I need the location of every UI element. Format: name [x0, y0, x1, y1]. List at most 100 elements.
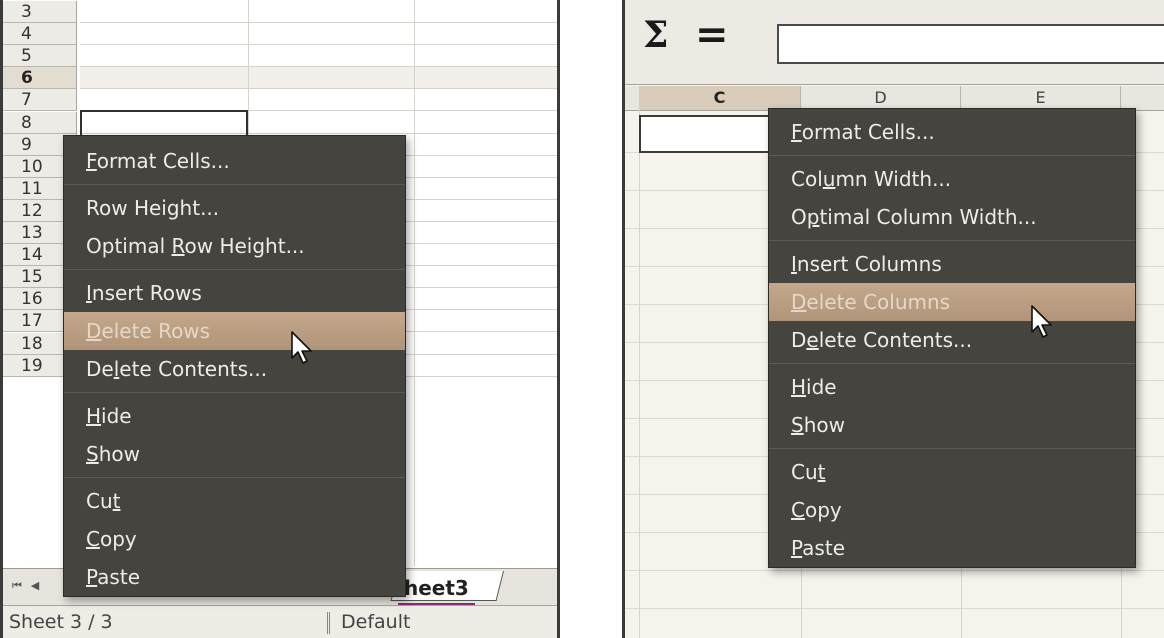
- column-gridline: [639, 110, 640, 638]
- menu-item-mnemonic: u: [822, 167, 836, 191]
- menu-separator: [64, 269, 405, 270]
- menu-item-text: aste: [802, 536, 845, 560]
- menu-item-text: ormat Cells...: [96, 149, 230, 173]
- menu-item-text: D: [791, 328, 807, 352]
- first-sheet-icon[interactable]: ⏮: [9, 577, 25, 595]
- menu-separator: [64, 477, 405, 478]
- menu-item-text: O: [791, 205, 807, 229]
- menu-item-mnemonic: R: [171, 234, 185, 258]
- menu-item-insert-rows[interactable]: Insert Rows: [64, 274, 405, 312]
- menu-item-show[interactable]: Show: [769, 406, 1135, 444]
- menu-item-insert-columns[interactable]: Insert Columns: [769, 245, 1135, 283]
- menu-item-text: aste: [97, 565, 140, 589]
- menu-separator: [769, 363, 1135, 364]
- menu-item-column-width[interactable]: Column Width...: [769, 160, 1135, 198]
- formula-bar: Σ =: [625, 0, 1164, 85]
- menu-item-cut[interactable]: Cut: [64, 482, 405, 520]
- status-bar: Sheet 3 / 3 Default: [3, 605, 557, 638]
- menu-item-text: Col: [791, 167, 823, 191]
- grid-row: [80, 89, 557, 111]
- row-context-menu: Format Cells... Row Height... Optimal Row …: [63, 135, 406, 597]
- sheet-tab-sheet3[interactable]: heet3: [398, 573, 475, 606]
- menu-item-mnemonic: t: [817, 460, 826, 484]
- status-divider: [327, 612, 330, 634]
- menu-separator: [769, 155, 1135, 156]
- column-header-d[interactable]: D: [801, 86, 961, 110]
- menu-item-hide[interactable]: Hide: [64, 397, 405, 435]
- menu-item-mnemonic: S: [86, 442, 99, 466]
- menu-item-mnemonic: D: [86, 319, 102, 343]
- menu-item-text: Optimal: [86, 234, 172, 258]
- menu-item-text: ormat Cells...: [801, 120, 935, 144]
- status-page-style[interactable]: Default: [341, 606, 410, 638]
- grid-row: [80, 1, 557, 23]
- menu-item-mnemonic: S: [791, 413, 804, 437]
- menu-separator: [64, 392, 405, 393]
- row-header-5[interactable]: 5: [3, 45, 77, 67]
- menu-item-text: Cu: [86, 489, 113, 513]
- menu-item-mnemonic: D: [791, 290, 807, 314]
- grid-row: [80, 23, 557, 45]
- row-header-6[interactable]: 6: [3, 67, 77, 89]
- menu-item-copy[interactable]: Copy: [64, 520, 405, 558]
- menu-item-text: nsert Rows: [91, 281, 202, 305]
- grid-row: [625, 609, 1164, 638]
- menu-item-mnemonic: H: [791, 375, 807, 399]
- row-header-4[interactable]: 4: [3, 23, 77, 45]
- column-header-c[interactable]: C: [639, 86, 801, 110]
- menu-item-mnemonic: F: [86, 149, 97, 173]
- menu-item-text: opy: [804, 498, 842, 522]
- menu-item-delete-columns[interactable]: Delete Columns: [769, 283, 1135, 321]
- menu-item-mnemonic: t: [112, 489, 121, 513]
- row-header-8[interactable]: 8: [3, 112, 77, 134]
- column-header-e[interactable]: E: [961, 86, 1121, 110]
- menu-separator: [769, 448, 1135, 449]
- menu-item-format-cells[interactable]: Format Cells...: [64, 142, 405, 180]
- row-header-7[interactable]: 7: [3, 89, 77, 111]
- menu-item-text: Row Height...: [86, 196, 220, 220]
- menu-item-text: ete Contents...: [119, 357, 268, 381]
- column-gridline: [414, 0, 415, 566]
- menu-item-text: Cu: [791, 460, 818, 484]
- menu-item-text: De: [86, 357, 114, 381]
- menu-item-text: lete Contents...: [818, 328, 973, 352]
- menu-item-mnemonic: C: [86, 527, 100, 551]
- sum-icon[interactable]: Σ: [643, 14, 668, 56]
- menu-item-text: elete Rows: [101, 319, 211, 343]
- menu-item-text: elete Columns: [806, 290, 951, 314]
- menu-item-mnemonic: e: [806, 328, 819, 352]
- mouse-pointer-icon: [291, 331, 312, 364]
- menu-item-paste[interactable]: Paste: [769, 529, 1135, 567]
- menu-separator: [769, 240, 1135, 241]
- menu-item-mnemonic: F: [791, 120, 802, 144]
- menu-item-text: nsert Columns: [796, 252, 942, 276]
- status-sheet-indicator: Sheet 3 / 3: [9, 611, 113, 633]
- menu-item-copy[interactable]: Copy: [769, 491, 1135, 529]
- menu-item-format-cells[interactable]: Format Cells...: [769, 113, 1135, 151]
- function-icon[interactable]: =: [695, 12, 729, 58]
- menu-item-text: how: [803, 413, 845, 437]
- menu-separator: [64, 184, 405, 185]
- menu-item-delete-contents[interactable]: Delete Contents...: [64, 350, 405, 388]
- menu-item-cut[interactable]: Cut: [769, 453, 1135, 491]
- menu-item-delete-rows[interactable]: Delete Rows: [64, 312, 405, 350]
- menu-item-delete-contents[interactable]: Delete Contents...: [769, 321, 1135, 359]
- menu-item-paste[interactable]: Paste: [64, 558, 405, 596]
- menu-item-text: opy: [99, 527, 137, 551]
- menu-item-optimal-column-width[interactable]: Optimal Column Width...: [769, 198, 1135, 236]
- menu-item-optimal-row-height[interactable]: Optimal Row Height...: [64, 227, 405, 265]
- menu-item-show[interactable]: Show: [64, 435, 405, 473]
- menu-item-text: mn Width...: [835, 167, 952, 191]
- row-header-3[interactable]: 3: [3, 1, 77, 23]
- grid-row: [625, 571, 1164, 609]
- menu-item-text: ide: [101, 404, 132, 428]
- menu-item-hide[interactable]: Hide: [769, 368, 1135, 406]
- menu-item-mnemonic: H: [86, 404, 102, 428]
- menu-item-mnemonic: C: [791, 498, 805, 522]
- grid-row: [80, 67, 557, 89]
- prev-sheet-icon[interactable]: ◀: [27, 577, 43, 595]
- menu-item-row-height[interactable]: Row Height...: [64, 189, 405, 227]
- menu-item-mnemonic: P: [791, 536, 803, 560]
- formula-input[interactable]: [777, 24, 1164, 64]
- menu-item-text: how: [98, 442, 140, 466]
